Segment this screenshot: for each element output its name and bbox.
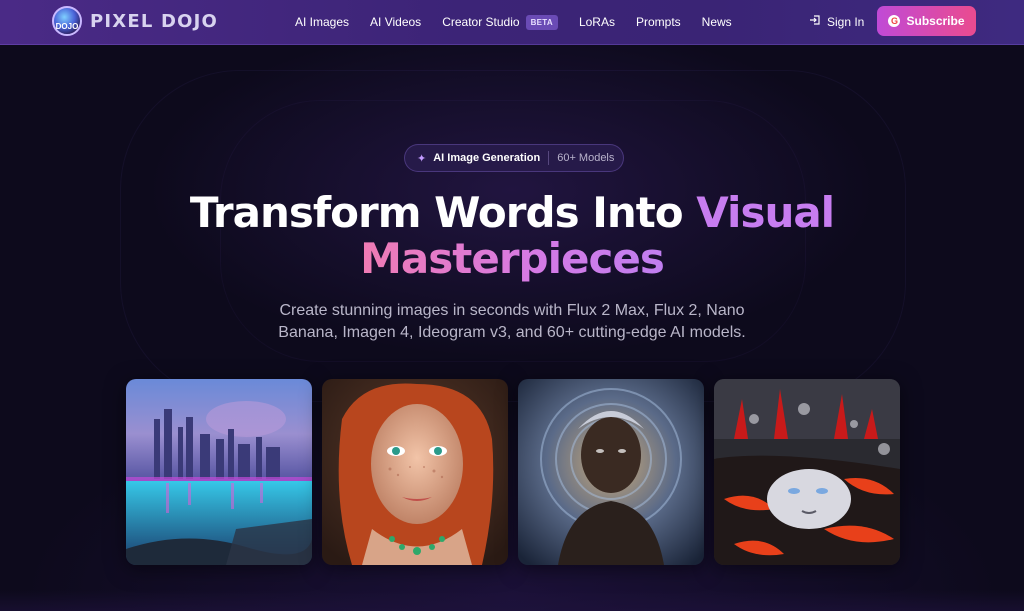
sparkle-icon: ✦ [417,152,427,165]
hero-headline: Transform Words Into Visual Masterpieces [0,190,1024,282]
subscribe-button[interactable]: G Subscribe [877,6,976,36]
lava-head-image [714,379,900,565]
google-icon: G [888,15,901,27]
bottom-fade [0,590,1024,611]
nav-link-ai-images[interactable]: AI Images [295,15,349,29]
portrait-swirl-image [518,379,704,565]
nav-link-label: AI Videos [370,15,422,29]
nav-link-loras[interactable]: LoRAs [579,15,615,29]
pill-divider [548,151,550,165]
gallery-image-portrait-swirl[interactable] [518,379,704,565]
brand-name: PIXEL DOJO [90,10,219,32]
beta-badge: BETA [525,14,558,30]
nav-link-label: AI Images [295,15,350,29]
nav-link-label: LoRAs [578,15,615,29]
city-image [126,379,312,565]
pill-secondary-text: 60+ Models [557,152,615,164]
headline-line2: Masterpieces [360,234,665,283]
nav-link-creator-studio[interactable]: Creator Studio BETA [442,14,558,30]
nav-link-news[interactable]: News [702,15,732,29]
top-navbar: DOJO PIXEL DOJO AI Images AI Videos Crea… [0,0,1024,45]
nav-link-prompts[interactable]: Prompts [636,15,681,29]
hero-subtext: Create stunning images in seconds with F… [278,302,746,341]
pill-primary-text: AI Image Generation [433,152,541,164]
brand-logo[interactable]: DOJO PIXEL DOJO [52,6,218,36]
category-pill: ✦ AI Image Generation 60+ Models [404,144,624,172]
headline-text: Transform Words Into [189,188,697,237]
gallery-image-lava-head[interactable] [714,379,900,565]
subscribe-label: Subscribe [906,14,965,28]
nav-link-label: Prompts [635,15,681,29]
sign-in-label: Sign In [827,14,865,29]
nav-links: AI Images AI Videos Creator Studio BETA L… [295,0,753,44]
logo-badge-text: DOJO [55,21,79,31]
nav-link-label: News [701,15,732,29]
gallery-image-city[interactable] [126,379,312,565]
image-gallery [126,379,900,565]
gallery-image-portrait-redhead[interactable] [322,379,508,565]
sign-in-icon [809,14,821,29]
nav-link-label: Creator Studio [442,15,520,29]
sign-in-link[interactable]: Sign In [809,14,864,29]
portrait-redhead-image [322,379,508,565]
logo-icon: DOJO [52,6,82,36]
nav-link-ai-videos[interactable]: AI Videos [370,15,421,29]
headline-accent: Visual [696,188,835,237]
